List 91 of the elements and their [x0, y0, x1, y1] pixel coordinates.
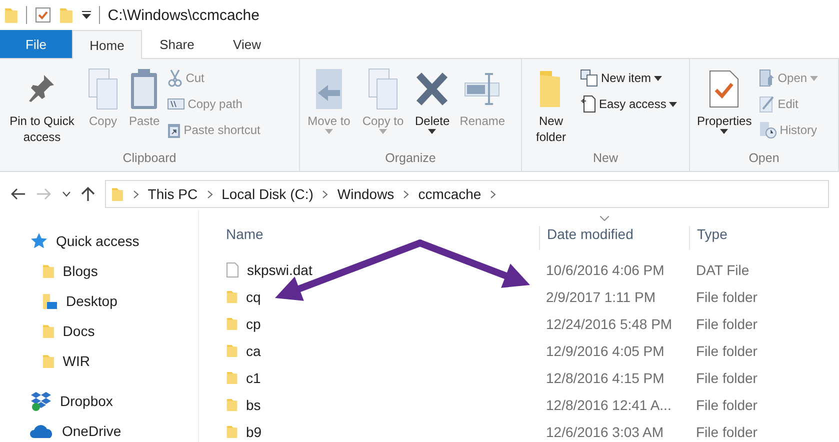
date-cell-text: 12/8/2016 4:15 PM: [545, 370, 666, 386]
ribbon-button[interactable]: Properties: [694, 65, 755, 151]
type-cell-text: DAT File: [695, 262, 750, 278]
type-cell-text: File folder: [695, 424, 758, 440]
file-name-cell[interactable]: c1: [219, 370, 539, 386]
nav-item[interactable]: Desktop: [0, 286, 198, 316]
file-name-cell[interactable]: skpswi.dat: [219, 262, 539, 278]
type-cell-text: File folder: [695, 316, 758, 332]
type-cell-text: File folder: [695, 342, 758, 358]
folder-icon: [111, 186, 124, 202]
shortcut-icon: [166, 121, 181, 139]
copy-icon: [367, 67, 399, 111]
folder-icon: [226, 397, 238, 412]
file-name-cell[interactable]: ca: [219, 342, 539, 358]
ribbon-button[interactable]: Easy access: [580, 93, 678, 115]
ribbon-button[interactable]: New folder: [526, 65, 576, 151]
recent-locations-button[interactable]: [62, 191, 71, 197]
breadcrumb-item[interactable]: ccmcache: [418, 186, 482, 202]
folder-icon: [4, 6, 18, 24]
nav-item[interactable]: Docs: [0, 316, 198, 346]
new-folder-icon: [59, 6, 74, 24]
open-icon: [758, 69, 775, 87]
type-cell-text: File folder: [695, 288, 758, 304]
file-menu-tab[interactable]: File: [0, 30, 72, 58]
breadcrumb-item[interactable]: Local Disk (C:): [222, 186, 314, 202]
folder-icon: [226, 289, 238, 304]
up-button[interactable]: [81, 186, 95, 202]
file-name-cell[interactable]: b9: [219, 424, 539, 440]
date-cell-text: 2/9/2017 1:11 PM: [545, 288, 656, 304]
date-cell-text: 12/6/2016 3:03 AM: [545, 424, 665, 440]
document-icon: [580, 95, 596, 113]
nav-item[interactable]: Dropbox: [0, 386, 198, 416]
path-icon: [166, 98, 185, 110]
date-cell-text: 10/6/2016 4:06 PM: [545, 262, 666, 278]
folder-icon: [226, 316, 238, 331]
scissors-icon: [166, 69, 183, 87]
customize-dropdown-icon[interactable]: [82, 11, 91, 19]
cloud-icon: [30, 423, 54, 439]
window-title: C:\Windows\ccmcache: [108, 6, 260, 24]
clipboard-icon: [129, 67, 160, 111]
new-item-icon: [580, 69, 598, 87]
history-icon: [758, 121, 777, 139]
nav-item[interactable]: Quick access: [0, 226, 198, 256]
dropbox-icon: [30, 391, 52, 411]
column-header[interactable]: Date modified: [539, 226, 689, 250]
column-header[interactable]: Name: [219, 226, 539, 250]
group-label: New: [592, 151, 619, 167]
type-cell-text: File folder: [695, 396, 758, 412]
chevron-icon: [132, 190, 139, 198]
date-cell-text: 12/9/2016 4:05 PM: [545, 342, 666, 358]
delete-icon: [415, 71, 450, 107]
back-button[interactable]: [10, 188, 26, 200]
folder-icon: [42, 323, 55, 339]
breadcrumb-item[interactable]: Windows: [337, 186, 394, 202]
ribbon-button[interactable]: Pin to Quick access: [4, 65, 80, 151]
ribbon-button[interactable]: Delete: [412, 65, 453, 151]
nav-item[interactable]: OneDrive: [0, 416, 198, 442]
group-label: Clipboard: [122, 151, 178, 167]
address-bar[interactable]: This PC Local Disk (C:) Windows ccmcache: [105, 180, 829, 208]
move-icon: [314, 67, 344, 111]
file-name-cell[interactable]: bs: [219, 396, 539, 412]
chevron-icon: [206, 190, 213, 198]
chevron-icon: [490, 190, 496, 198]
folder-icon: [226, 424, 238, 439]
type-cell-text: File folder: [695, 370, 758, 386]
desktop-folder-icon: [42, 292, 58, 310]
date-cell-text: 12/24/2016 5:48 PM: [545, 316, 674, 332]
edit-icon: [758, 95, 775, 113]
breadcrumb-item[interactable]: This PC: [148, 186, 198, 202]
chevron-icon: [322, 190, 328, 198]
chevron-icon: [403, 190, 410, 198]
file-icon: [226, 262, 239, 278]
group-label: Organize: [384, 151, 437, 167]
folder-icon: [226, 343, 238, 358]
group-label: Open: [748, 151, 780, 167]
folder-icon: [226, 370, 238, 385]
star-icon: [30, 232, 48, 250]
properties-icon: [709, 70, 740, 108]
nav-item[interactable]: WIR: [0, 346, 198, 376]
folder-icon: [42, 353, 55, 369]
rename-icon: [463, 71, 502, 107]
ribbon-button[interactable]: New item: [580, 67, 678, 89]
file-name-cell[interactable]: cp: [219, 316, 539, 332]
nav-item[interactable]: Blogs: [0, 256, 198, 286]
copy-icon: [87, 67, 119, 111]
properties-icon[interactable]: [35, 7, 52, 23]
column-header[interactable]: Type: [689, 226, 839, 250]
folder-icon: [42, 263, 55, 279]
file-name-cell[interactable]: cq: [219, 288, 539, 304]
ribbon-tab[interactable]: Home: [72, 30, 142, 59]
date-cell-text: 12/8/2016 12:41 A...: [545, 396, 672, 412]
